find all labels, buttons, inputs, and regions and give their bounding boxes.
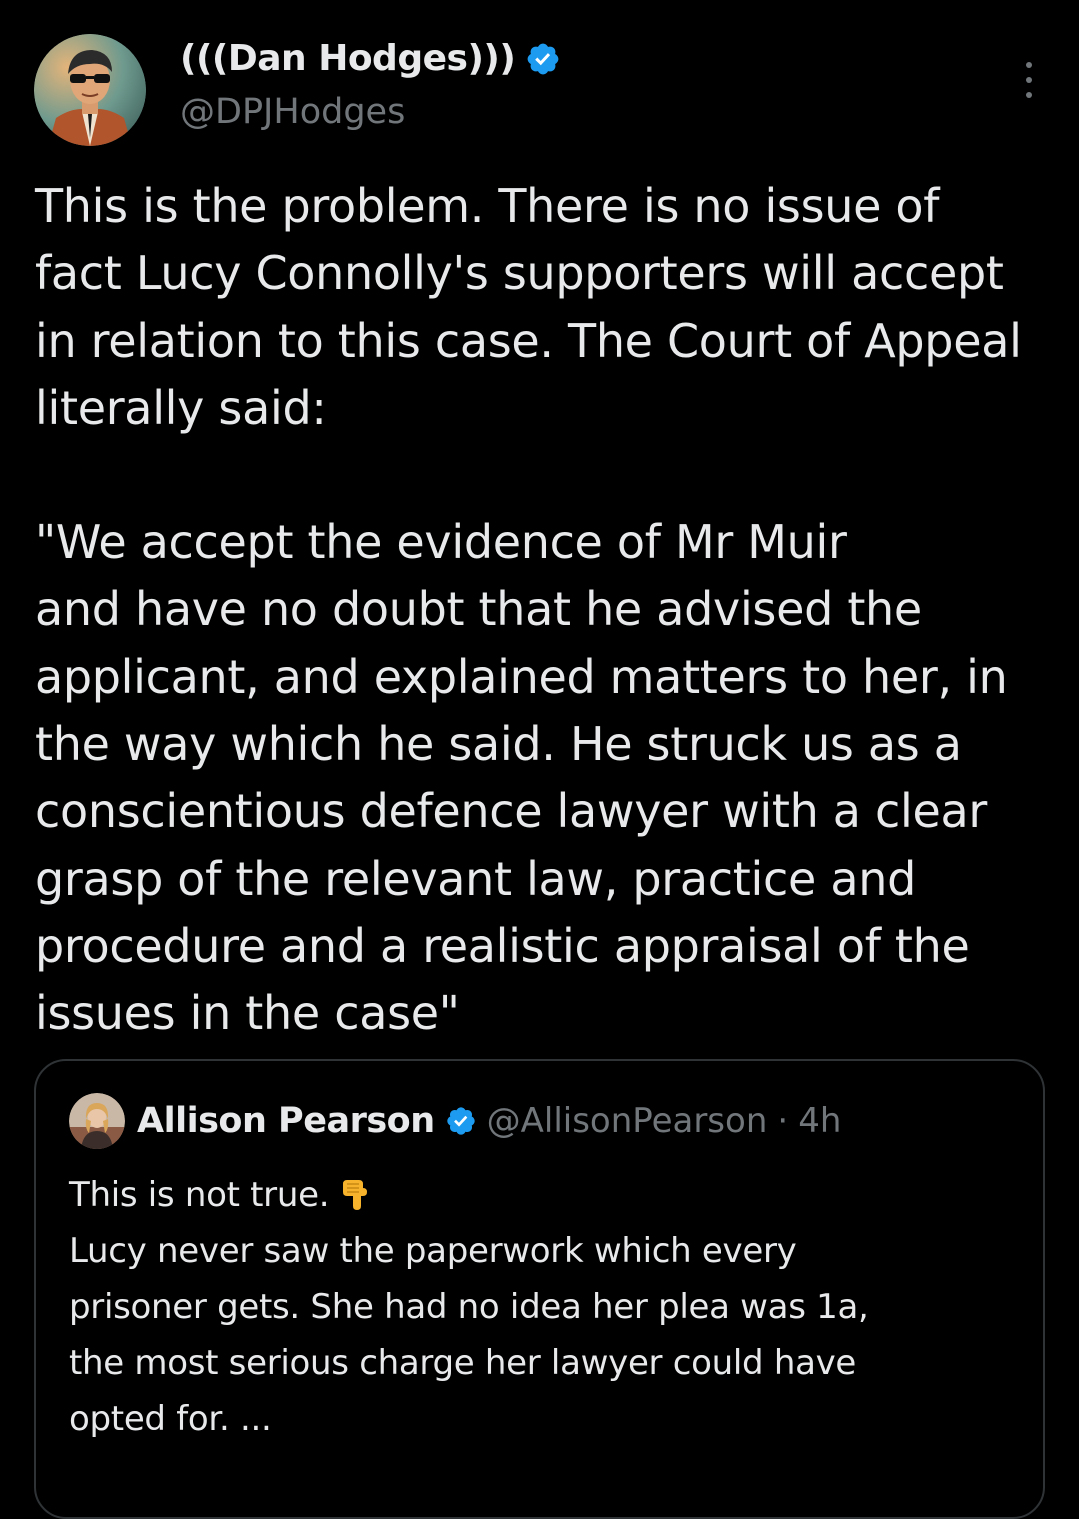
more-dot <box>1026 77 1032 83</box>
quoted-text-line: the most serious charge her lawyer could… <box>69 1343 857 1383</box>
quoted-tweet-header: Allison Pearson @AllisonPearson · 4h <box>69 1093 841 1149</box>
tweet-text: This is the problem. There is no issue o… <box>35 173 1055 1048</box>
author-display-name[interactable]: (((Dan Hodges))) <box>180 38 516 79</box>
quoted-text-line-content: This is not true. <box>69 1175 330 1215</box>
verified-badge-icon[interactable] <box>525 41 561 77</box>
quoted-author-display-name[interactable]: Allison Pearson <box>137 1101 435 1141</box>
author-avatar[interactable] <box>34 34 146 146</box>
more-options-icon[interactable] <box>1022 62 1036 98</box>
quoted-avatar-illustration <box>69 1093 125 1149</box>
backhand-index-pointing-down-icon <box>343 1180 368 1210</box>
tweet-paragraph: This is the problem. There is no issue o… <box>35 179 1022 435</box>
quoted-author-avatar[interactable] <box>69 1093 125 1149</box>
quoted-text-line: opted for. ... <box>69 1399 272 1439</box>
quoted-text-line: Lucy never saw the paperwork which every <box>69 1231 797 1271</box>
author-name-row: (((Dan Hodges))) <box>180 38 561 79</box>
quoted-tweet-time[interactable]: 4h <box>798 1101 841 1141</box>
quoted-text-line: This is not true. <box>69 1167 1029 1223</box>
more-dot <box>1026 92 1032 98</box>
tweet-header: (((Dan Hodges))) @DPJHodges <box>34 34 1044 146</box>
quoted-author-handle[interactable]: @AllisonPearson <box>487 1101 768 1141</box>
more-dot <box>1026 62 1032 68</box>
quoted-tweet-card[interactable]: Allison Pearson @AllisonPearson · 4h Thi… <box>34 1059 1045 1519</box>
quoted-text-line: prisoner gets. She had no idea her plea … <box>69 1287 869 1327</box>
tweet-paragraph: "We accept the evidence of Mr Muir and h… <box>35 515 1008 1041</box>
verified-badge-icon[interactable] <box>445 1105 477 1137</box>
author-handle[interactable]: @DPJHodges <box>180 92 405 132</box>
quoted-tweet-text: This is not true. Lucy never saw the pap… <box>69 1167 1029 1447</box>
separator-dot: · <box>777 1101 789 1141</box>
avatar-illustration <box>34 34 146 146</box>
